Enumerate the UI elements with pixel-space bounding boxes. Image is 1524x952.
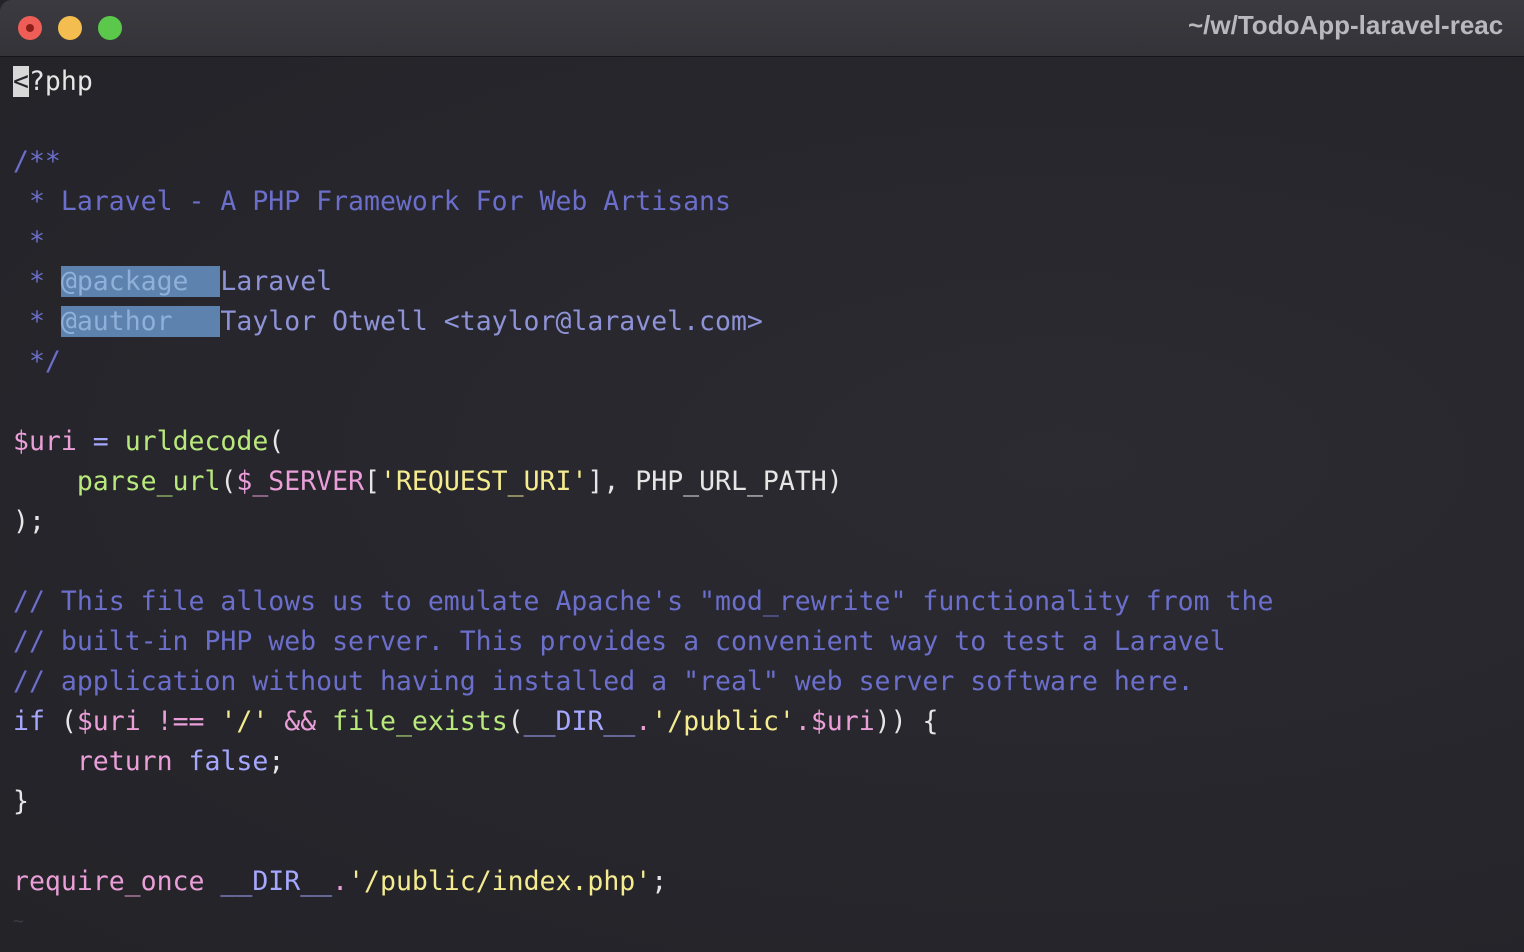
title-bar: ~/w/TodoApp-laravel-reac — [0, 0, 1524, 57]
semicolon: ; — [268, 746, 285, 777]
assign-operator: = — [76, 426, 125, 457]
php-open-tag: ?php — [28, 66, 93, 97]
code-line-11: parse_url($_SERVER['REQUEST_URI'], PHP_U… — [13, 462, 843, 502]
not-identical-operator: !== — [140, 706, 221, 737]
terminal-window: ~/w/TodoApp-laravel-reac <?php /** * Lar… — [0, 0, 1524, 952]
index-path-string: '/public/index.php' — [348, 866, 652, 897]
paren: ( — [268, 426, 285, 457]
server-variable: $_SERVER — [236, 466, 365, 497]
code-line-8: */ — [13, 346, 61, 377]
paren: ( — [44, 706, 77, 737]
concat-operator: . — [794, 706, 811, 737]
package-value: Laravel — [220, 266, 333, 297]
parse-args-rest: ], PHP_URL_PATH) — [587, 466, 843, 497]
return-keyword: return — [76, 746, 173, 777]
code-line-14: // This file allows us to emulate Apache… — [13, 586, 1274, 617]
concat-operator: . — [332, 866, 349, 897]
code-editor[interactable]: <?php /** * Laravel - A PHP Framework Fo… — [0, 57, 1524, 952]
close-button[interactable] — [18, 16, 42, 40]
concat-operator: . — [635, 706, 652, 737]
code-line-18: return false; — [13, 742, 284, 782]
false-literal: false — [188, 746, 269, 777]
code-line-12: ); — [13, 506, 45, 537]
window-title: ~/w/TodoApp-laravel-reac — [1188, 10, 1504, 40]
zoom-button[interactable] — [98, 16, 122, 40]
doc-star: * — [13, 266, 61, 297]
code-line-16: // application without having installed … — [13, 666, 1194, 697]
minimize-button[interactable] — [58, 16, 82, 40]
slash-string: '/' — [220, 706, 269, 737]
uri-variable: $uri — [810, 706, 875, 737]
parse-url-function: parse_url — [76, 466, 221, 497]
author-value: Taylor Otwell <taylor@laravel.com> — [220, 306, 763, 337]
paren-close: )) { — [874, 706, 939, 737]
file-exists-function: file_exists — [332, 706, 508, 737]
uri-variable: $uri — [13, 426, 77, 457]
if-keyword: if — [13, 706, 45, 737]
paren: ( — [220, 466, 237, 497]
dir-constant: __DIR__ — [523, 706, 636, 737]
public-string: '/public' — [651, 706, 795, 737]
uri-variable: $uri — [76, 706, 141, 737]
semicolon: ; — [651, 866, 668, 897]
text-cursor: < — [13, 66, 29, 97]
code-line-10: $uri = urldecode( — [13, 422, 284, 462]
code-line-17: if ($uri !== '/' && file_exists(__DIR__.… — [13, 702, 939, 742]
code-line-3: /** — [13, 146, 61, 177]
author-tag: @author — [60, 306, 221, 337]
code-line-6: * @package Laravel — [13, 262, 332, 302]
bracket: [ — [364, 466, 380, 497]
urldecode-function: urldecode — [124, 426, 269, 457]
require-once-keyword: require_once — [13, 866, 205, 897]
code-line-21: require_once __DIR__.'/public/index.php'… — [13, 862, 667, 902]
code-line-19: } — [13, 786, 29, 817]
code-line-4: * Laravel - A PHP Framework For Web Arti… — [13, 186, 731, 217]
code-line-1: <?php — [13, 62, 93, 102]
code-line-15: // built-in PHP web server. This provide… — [13, 626, 1226, 657]
empty-line-marker: ~ — [13, 911, 24, 932]
package-tag: @package — [60, 266, 221, 297]
paren: ( — [507, 706, 524, 737]
dir-constant: __DIR__ — [220, 866, 333, 897]
and-operator: && — [268, 706, 333, 737]
code-line-7: * @author Taylor Otwell <taylor@laravel.… — [13, 302, 763, 342]
request-uri-string: 'REQUEST_URI' — [380, 466, 588, 497]
doc-star: * — [13, 306, 61, 337]
code-line-5: * — [13, 226, 45, 257]
